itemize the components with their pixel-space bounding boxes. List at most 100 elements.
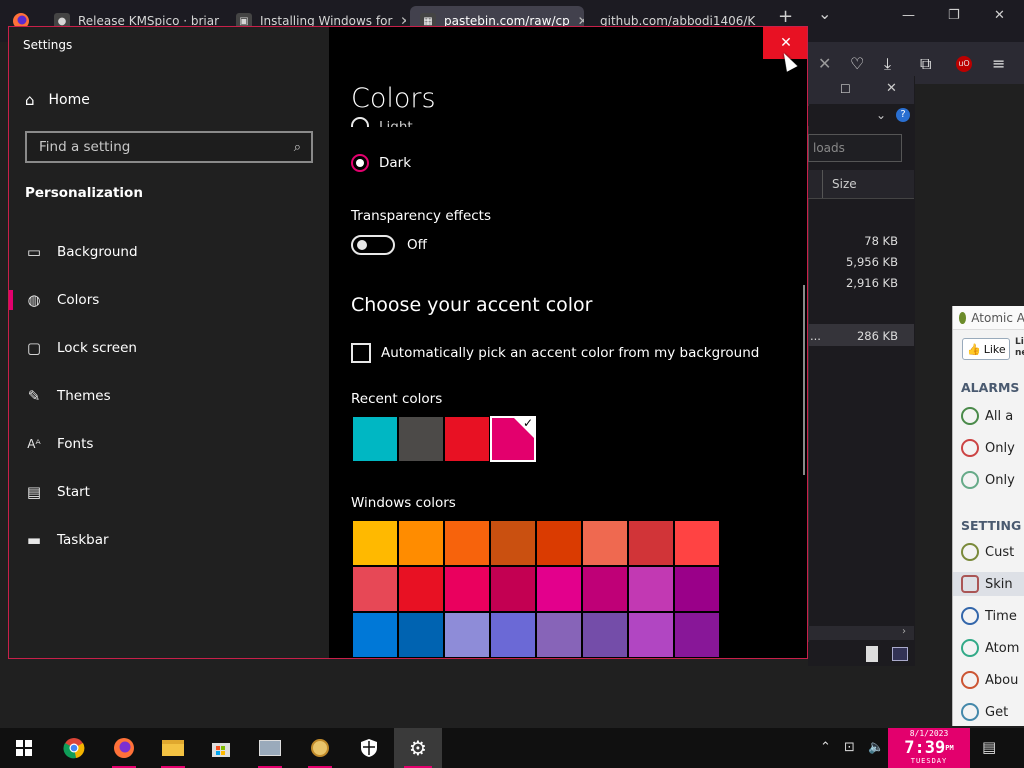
restore-icon[interactable]: ❐ [948, 8, 960, 23]
close-icon[interactable]: ✕ [994, 8, 1005, 23]
setting-item[interactable]: Cust [961, 540, 1014, 564]
windows-logo-icon [16, 740, 32, 756]
firefox-icon [114, 738, 134, 758]
scrollbar-thumb[interactable] [803, 285, 805, 475]
find-setting-search[interactable]: ⌕ [25, 131, 313, 163]
windows-color-swatch[interactable] [583, 567, 627, 611]
windows-color-swatch[interactable] [445, 567, 489, 611]
windows-color-swatch[interactable] [583, 613, 627, 657]
auto-accent-checkbox-row[interactable]: Automatically pick an accent color from … [351, 343, 759, 363]
nav-item-lock-screen[interactable]: ▢ Lock screen [9, 328, 329, 368]
setting-item[interactable]: Atom [961, 636, 1019, 660]
alarm-item[interactable]: Only [961, 468, 1015, 492]
downloads-search[interactable]: loads [808, 134, 902, 162]
chevron-right-icon[interactable]: › [902, 626, 906, 637]
horizontal-scrollbar[interactable]: › [808, 626, 914, 640]
like-button[interactable]: 👍 Like [962, 338, 1010, 360]
security-taskbar-button[interactable] [345, 728, 393, 768]
windows-color-swatch[interactable] [399, 521, 443, 565]
chevron-up-icon[interactable]: ⌃ [820, 740, 831, 755]
nav-item-start[interactable]: ▤ Start [9, 472, 329, 512]
glasses-icon [961, 575, 979, 593]
tab-list-button[interactable]: ⌄ [818, 4, 831, 23]
volume-icon[interactable]: 🔈 [868, 740, 884, 755]
recent-color-swatch[interactable] [445, 417, 489, 461]
windows-color-swatch[interactable] [491, 613, 535, 657]
help-icon[interactable]: ? [896, 108, 910, 122]
nav-item-fonts[interactable]: Aᴬ Fonts [9, 424, 329, 464]
close-icon[interactable]: ✕ [818, 54, 831, 73]
windows-color-swatch[interactable] [583, 521, 627, 565]
windows-color-swatch[interactable] [629, 521, 673, 565]
nav-item-taskbar[interactable]: ▬ Taskbar [9, 520, 329, 560]
windows-color-swatch[interactable] [353, 613, 397, 657]
home-nav-item[interactable]: ⌂ Home [25, 91, 90, 109]
minimize-icon[interactable]: — [902, 8, 915, 23]
windows-color-swatch[interactable] [399, 613, 443, 657]
ublock-icon[interactable]: uO [956, 56, 972, 72]
windows-color-swatch[interactable] [399, 567, 443, 611]
setting-item-label: Get [985, 704, 1009, 720]
light-radio[interactable] [351, 117, 369, 127]
atomic-alarm-window: Atomic A 👍 Like Li ne ALARMS All a Only … [952, 306, 1024, 726]
alarm-item[interactable]: All a [961, 404, 1013, 428]
size-column-header[interactable]: Size [832, 177, 857, 191]
section-title: Personalization [25, 185, 143, 201]
search-input[interactable] [37, 138, 294, 156]
chrome-taskbar-button[interactable] [50, 728, 98, 768]
windows-color-swatch[interactable] [675, 567, 719, 611]
windows-color-swatch[interactable] [629, 613, 673, 657]
firefox-taskbar-button[interactable] [100, 728, 148, 768]
system-clock[interactable]: 8/1/2023 7:39PM TUESDAY [888, 728, 970, 768]
alarm-app-taskbar-button[interactable] [296, 728, 344, 768]
new-tab-button[interactable]: + [778, 6, 793, 27]
details-view-icon[interactable] [866, 646, 878, 662]
download-icon[interactable]: ⤓ [884, 54, 891, 74]
start-button[interactable] [0, 728, 48, 768]
setting-item[interactable]: Get [961, 700, 1008, 724]
setting-item[interactable]: Time [961, 604, 1017, 628]
search-icon[interactable]: ⌕ [294, 140, 301, 155]
dark-radio[interactable] [351, 154, 369, 172]
windows-color-swatch[interactable] [537, 613, 581, 657]
nav-item-colors[interactable]: ◍ Colors [9, 280, 329, 320]
nav-item-background[interactable]: ▭ Background [9, 232, 329, 272]
windows-color-swatch[interactable] [537, 521, 581, 565]
like-aux-line: ne [1015, 348, 1024, 358]
windows-color-swatch[interactable] [537, 567, 581, 611]
windows-color-swatch[interactable] [445, 613, 489, 657]
settings-taskbar-button[interactable]: ⚙ [394, 728, 442, 768]
chevron-down-icon[interactable]: ⌄ [876, 108, 886, 122]
setting-item[interactable]: Abou [961, 668, 1018, 692]
menu-icon[interactable]: ≡ [992, 54, 1005, 73]
windows-color-swatch[interactable] [491, 521, 535, 565]
recent-color-swatch[interactable]: ✓ [490, 416, 536, 462]
dark-radio-row[interactable]: Dark [351, 154, 411, 172]
nav-item-themes[interactable]: ✎ Themes [9, 376, 329, 416]
windows-color-swatch[interactable] [675, 521, 719, 565]
picture-app-taskbar-button[interactable] [246, 728, 294, 768]
windows-color-swatch[interactable] [445, 521, 489, 565]
globe-icon [961, 607, 979, 625]
setting-item[interactable]: Skin [953, 572, 1024, 596]
close-icon[interactable]: ✕ [886, 81, 897, 96]
recent-color-swatch[interactable] [399, 417, 443, 461]
notifications-icon[interactable]: ▤ [982, 738, 996, 756]
auto-accent-checkbox[interactable] [351, 343, 371, 363]
network-icon[interactable]: ⊡ [844, 740, 855, 755]
alarm-item[interactable]: Only [961, 436, 1015, 460]
light-radio-row[interactable]: Light [351, 113, 413, 127]
windows-color-swatch[interactable] [675, 613, 719, 657]
file-explorer-taskbar-button[interactable] [149, 728, 197, 768]
recent-color-swatch[interactable] [353, 417, 397, 461]
transparency-toggle[interactable] [351, 235, 395, 255]
preview-icon[interactable] [892, 647, 908, 661]
extensions-icon[interactable]: ⧉ [920, 54, 931, 74]
pocket-icon[interactable]: ♡ [850, 54, 864, 73]
windows-color-swatch[interactable] [491, 567, 535, 611]
windows-color-swatch[interactable] [353, 567, 397, 611]
windows-color-swatch[interactable] [629, 567, 673, 611]
maximize-icon[interactable]: ☐ [840, 82, 851, 96]
store-taskbar-button[interactable] [197, 728, 245, 768]
windows-color-swatch[interactable] [353, 521, 397, 565]
